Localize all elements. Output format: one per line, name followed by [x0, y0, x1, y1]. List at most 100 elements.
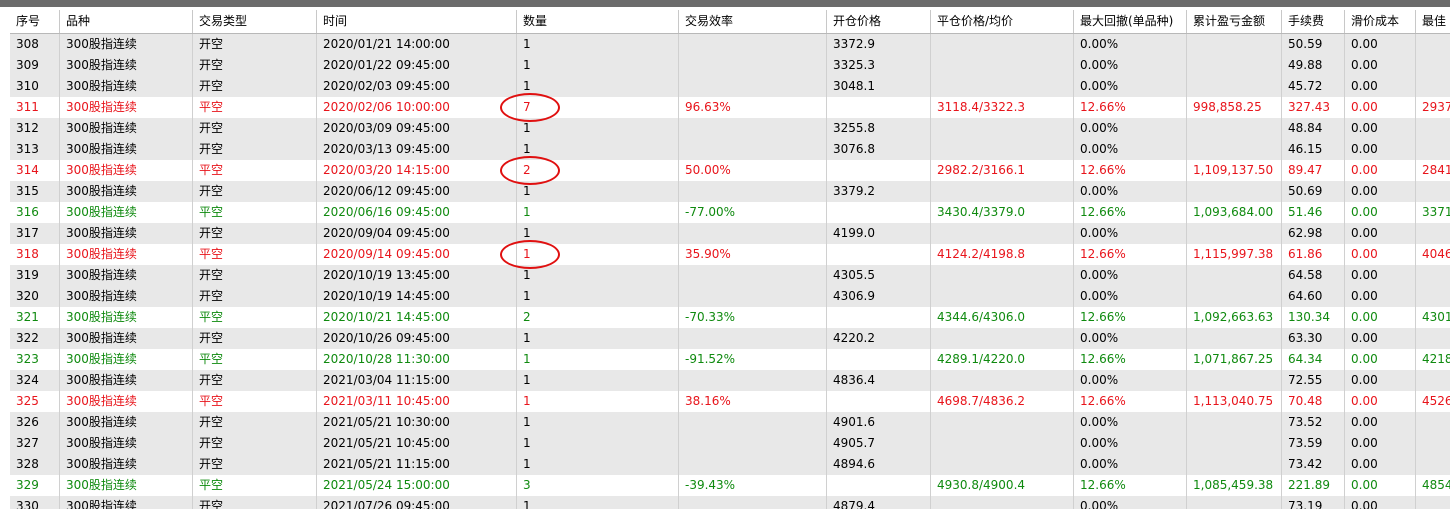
table-row[interactable]: 330 300股指连续 开空 2021/07/26 09:45:00 1 4879.4 0.…: [10, 496, 1450, 509]
cell-time: 2021/05/21 11:15:00: [317, 454, 517, 475]
cell-product: 300股指连续: [60, 34, 193, 55]
table-row[interactable]: 309 300股指连续 开空 2020/01/22 09:45:00 1 3325.3 0.…: [10, 55, 1450, 76]
column-header-fee[interactable]: 手续费: [1282, 10, 1345, 33]
column-header-product[interactable]: 品种: [60, 10, 193, 33]
cell-time: 2020/06/16 09:45:00: [317, 202, 517, 223]
cell-efficiency: [679, 286, 827, 307]
cell-fee: 48.84: [1282, 118, 1345, 139]
cell-fee: 64.58: [1282, 265, 1345, 286]
cell-open-price: 4220.2: [827, 328, 931, 349]
cell-fee: 61.86: [1282, 244, 1345, 265]
table-row[interactable]: 312 300股指连续 开空 2020/03/09 09:45:00 1 3255.8 0.…: [10, 118, 1450, 139]
cell-id: 325: [10, 391, 60, 412]
cell-id: 328: [10, 454, 60, 475]
table-row[interactable]: 311 300股指连续 平空 2020/02/06 10:00:00 7 96.63% 31…: [10, 97, 1450, 118]
table-row[interactable]: 317 300股指连续 开空 2020/09/04 09:45:00 1 4199.0 0.…: [10, 223, 1450, 244]
cell-efficiency: -91.52%: [679, 349, 827, 370]
cell-fee: 50.69: [1282, 181, 1345, 202]
cell-id: 327: [10, 433, 60, 454]
cell-quantity: 1: [517, 454, 679, 475]
cell-efficiency: 50.00%: [679, 160, 827, 181]
cell-efficiency: [679, 76, 827, 97]
cell-time: 2021/03/04 11:15:00: [317, 370, 517, 391]
cell-time: 2020/02/03 09:45:00: [317, 76, 517, 97]
column-header-max-drawdown[interactable]: 最大回撤(单品种): [1074, 10, 1187, 33]
cell-open-price: 3076.8: [827, 139, 931, 160]
cell-cumulative-pnl: 1,092,663.63: [1187, 307, 1282, 328]
cell-open-price: 3372.9: [827, 34, 931, 55]
cell-max-drawdown: 0.00%: [1074, 328, 1187, 349]
table-row[interactable]: 313 300股指连续 开空 2020/03/13 09:45:00 1 3076.8 0.…: [10, 139, 1450, 160]
cell-open-price: 4879.4: [827, 496, 931, 509]
cell-slippage: 0.00: [1345, 76, 1416, 97]
cell-close-price: [931, 118, 1074, 139]
cell-trade-type: 开空: [193, 181, 317, 202]
cell-trade-type: 开空: [193, 412, 317, 433]
cell-efficiency: [679, 433, 827, 454]
table-row[interactable]: 329 300股指连续 平空 2021/05/24 15:00:00 3 -39.43% 4…: [10, 475, 1450, 496]
cell-fee: 63.30: [1282, 328, 1345, 349]
table-row[interactable]: 326 300股指连续 开空 2021/05/21 10:30:00 1 4901.6 0.…: [10, 412, 1450, 433]
column-header-best[interactable]: 最佳: [1416, 10, 1450, 33]
column-header-time[interactable]: 时间: [317, 10, 517, 33]
cell-slippage: 0.00: [1345, 55, 1416, 76]
cell-trade-type: 开空: [193, 328, 317, 349]
cell-slippage: 0.00: [1345, 223, 1416, 244]
table-row[interactable]: 316 300股指连续 平空 2020/06/16 09:45:00 1 -77.00% 3…: [10, 202, 1450, 223]
cell-quantity: 1: [517, 202, 679, 223]
cell-trade-type: 开空: [193, 118, 317, 139]
table-row[interactable]: 315 300股指连续 开空 2020/06/12 09:45:00 1 3379.2 0.…: [10, 181, 1450, 202]
cell-open-price: [827, 202, 931, 223]
cell-best: 4046: [1416, 244, 1450, 265]
cell-trade-type: 开空: [193, 433, 317, 454]
cell-close-price: [931, 139, 1074, 160]
column-header-trade-type[interactable]: 交易类型: [193, 10, 317, 33]
cell-fee: 50.59: [1282, 34, 1345, 55]
cell-trade-type: 平空: [193, 349, 317, 370]
cell-quantity: 1: [517, 412, 679, 433]
cell-efficiency: [679, 55, 827, 76]
cell-time: 2021/03/11 10:45:00: [317, 391, 517, 412]
cell-slippage: 0.00: [1345, 160, 1416, 181]
table-row[interactable]: 328 300股指连续 开空 2021/05/21 11:15:00 1 4894.6 0.…: [10, 454, 1450, 475]
cell-time: 2020/09/04 09:45:00: [317, 223, 517, 244]
cell-close-price: 3118.4/3322.3: [931, 97, 1074, 118]
cell-max-drawdown: 12.66%: [1074, 160, 1187, 181]
cell-best: [1416, 55, 1450, 76]
table-row[interactable]: 318 300股指连续 平空 2020/09/14 09:45:00 1 35.90% 41…: [10, 244, 1450, 265]
table-row[interactable]: 308 300股指连续 开空 2020/01/21 14:00:00 1 3372.9 0.…: [10, 34, 1450, 55]
cell-close-price: 4930.8/4900.4: [931, 475, 1074, 496]
cell-product: 300股指连续: [60, 55, 193, 76]
table-row[interactable]: 321 300股指连续 平空 2020/10/21 14:45:00 2 -70.33% 4…: [10, 307, 1450, 328]
cell-max-drawdown: 12.66%: [1074, 97, 1187, 118]
column-header-efficiency[interactable]: 交易效率: [679, 10, 827, 33]
trade-records-table[interactable]: 序号 品种 交易类型 时间 数量 交易效率 开仓价格 平仓价格/均价 最大回撤(…: [10, 10, 1450, 509]
column-header-quantity[interactable]: 数量: [517, 10, 679, 33]
column-header-slippage[interactable]: 滑价成本: [1345, 10, 1416, 33]
cell-time: 2021/05/24 15:00:00: [317, 475, 517, 496]
cell-slippage: 0.00: [1345, 307, 1416, 328]
cell-product: 300股指连续: [60, 244, 193, 265]
cell-slippage: 0.00: [1345, 97, 1416, 118]
cell-time: 2020/10/26 09:45:00: [317, 328, 517, 349]
cell-fee: 327.43: [1282, 97, 1345, 118]
column-header-cumulative-pnl[interactable]: 累计盈亏金额: [1187, 10, 1282, 33]
cell-slippage: 0.00: [1345, 475, 1416, 496]
table-row[interactable]: 323 300股指连续 平空 2020/10/28 11:30:00 1 -91.52% 4…: [10, 349, 1450, 370]
cell-efficiency: [679, 454, 827, 475]
cell-cumulative-pnl: 1,093,684.00: [1187, 202, 1282, 223]
table-row[interactable]: 314 300股指连续 平空 2020/03/20 14:15:00 2 50.00% 29…: [10, 160, 1450, 181]
column-header-open-price[interactable]: 开仓价格: [827, 10, 931, 33]
cell-fee: 45.72: [1282, 76, 1345, 97]
column-header-id[interactable]: 序号: [10, 10, 60, 33]
column-header-close-price[interactable]: 平仓价格/均价: [931, 10, 1074, 33]
cell-id: 319: [10, 265, 60, 286]
table-row[interactable]: 322 300股指连续 开空 2020/10/26 09:45:00 1 4220.2 0.…: [10, 328, 1450, 349]
table-row[interactable]: 310 300股指连续 开空 2020/02/03 09:45:00 1 3048.1 0.…: [10, 76, 1450, 97]
table-row[interactable]: 327 300股指连续 开空 2021/05/21 10:45:00 1 4905.7 0.…: [10, 433, 1450, 454]
cell-open-price: 4901.6: [827, 412, 931, 433]
table-row[interactable]: 320 300股指连续 开空 2020/10/19 14:45:00 1 4306.9 0.…: [10, 286, 1450, 307]
table-row[interactable]: 324 300股指连续 开空 2021/03/04 11:15:00 1 4836.4 0.…: [10, 370, 1450, 391]
table-row[interactable]: 325 300股指连续 平空 2021/03/11 10:45:00 1 38.16% 46…: [10, 391, 1450, 412]
table-row[interactable]: 319 300股指连续 开空 2020/10/19 13:45:00 1 4305.5 0.…: [10, 265, 1450, 286]
